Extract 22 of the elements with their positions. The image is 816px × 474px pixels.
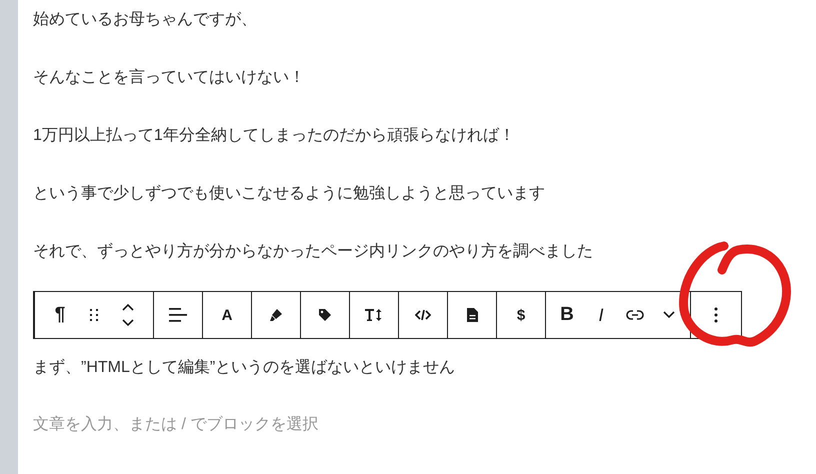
format-button[interactable]: ¶ <box>43 292 77 338</box>
more-options-icon[interactable] <box>714 307 718 323</box>
align-left-icon[interactable] <box>169 307 187 323</box>
drag-handle-icon[interactable] <box>89 308 99 322</box>
paragraph-text: 1万円以上払って1年分全納してしまったのだから頑張らなければ！ <box>33 126 516 146</box>
highlighter-icon[interactable] <box>269 308 283 322</box>
chevron-down-icon[interactable] <box>663 311 675 319</box>
code-icon[interactable] <box>415 309 431 321</box>
paragraph-text: それで、ずっとやり方が分からなかったページ内リンクのやり方を調べました <box>33 242 594 262</box>
paragraph-text: 始めているお母ちゃんですが、 <box>33 10 258 30</box>
link-icon[interactable] <box>626 309 644 321</box>
paragraph-text: そんなことを言っていてはいけない！ <box>33 68 306 88</box>
text-size-icon[interactable] <box>365 308 383 322</box>
paragraph-text[interactable]: まず、”HTMLとして編集”というのを選ばないといけません <box>33 356 816 380</box>
paragraph-text: という事で少しずつでも使いこなせるように勉強しようと思っています <box>33 184 546 204</box>
format-button[interactable]: I <box>584 292 618 338</box>
format-button[interactable]: B <box>550 292 584 338</box>
format-button[interactable]: $ <box>503 292 539 338</box>
move-up-down-icon[interactable] <box>122 304 134 326</box>
format-button[interactable]: A <box>209 292 245 338</box>
tag-icon[interactable] <box>318 308 332 322</box>
document-icon[interactable] <box>466 308 478 322</box>
